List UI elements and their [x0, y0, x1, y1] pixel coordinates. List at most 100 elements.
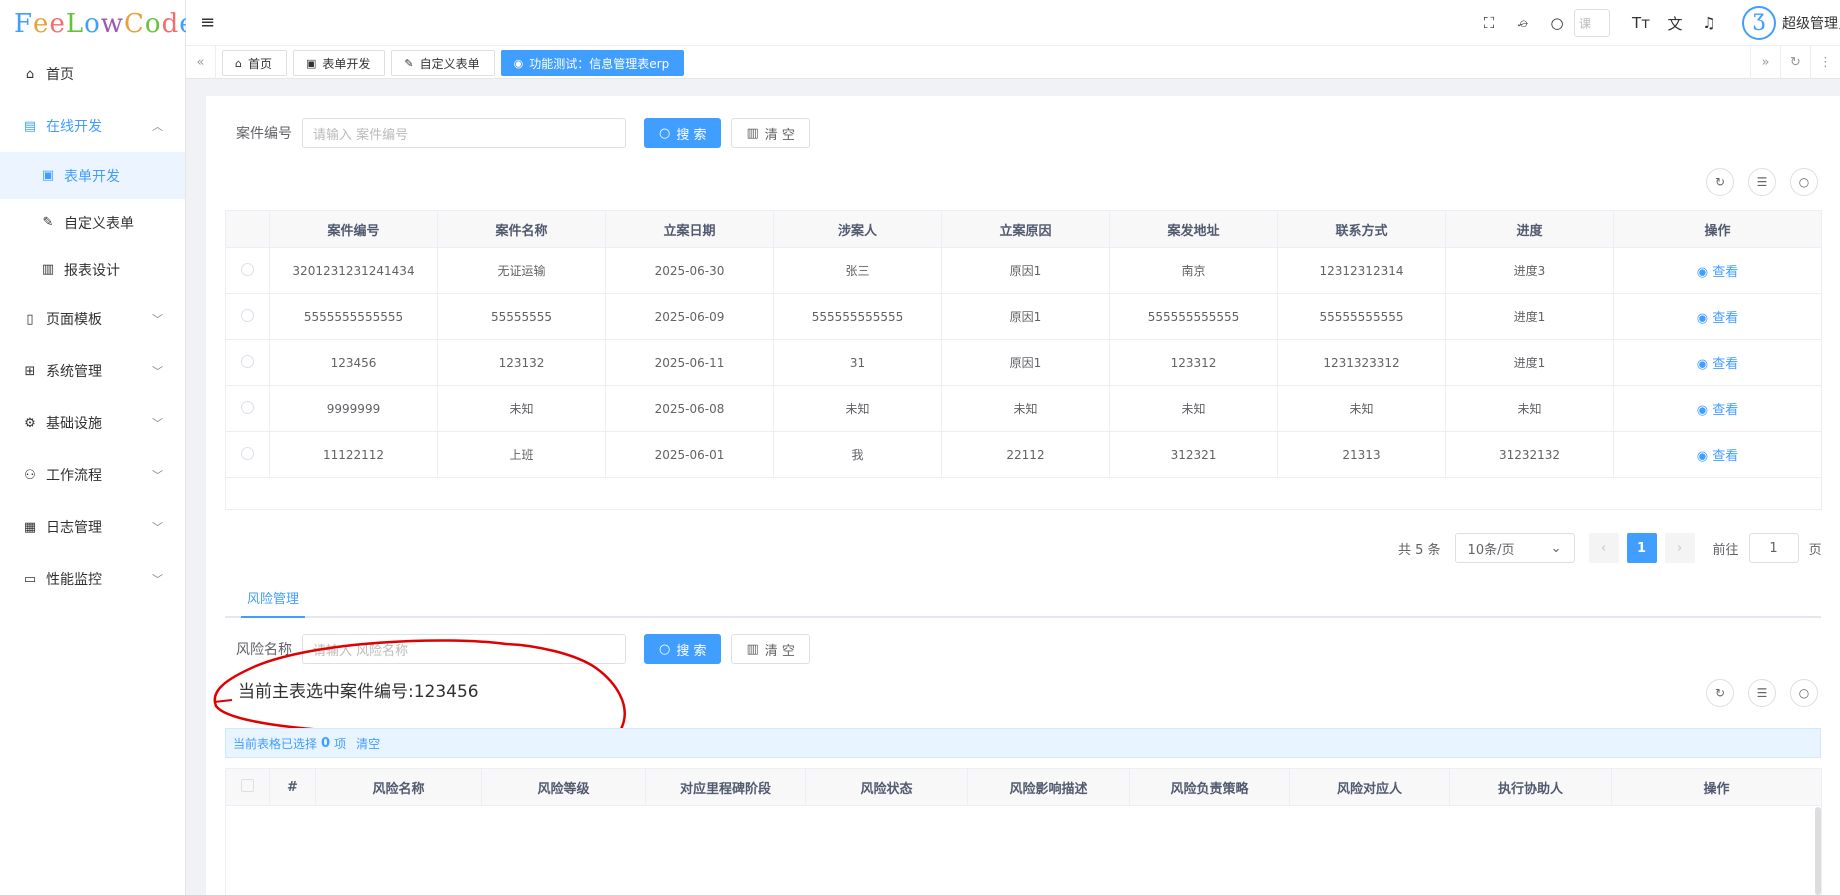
case-no-input[interactable]: 请输入 案件编号	[302, 118, 626, 148]
view-link-label: 查看	[1712, 311, 1739, 326]
trash-icon: ▥	[746, 125, 759, 141]
sidebar-item-1[interactable]: ▤ 在线开发 ︿	[0, 100, 185, 152]
tab-3[interactable]: ◉ 功能测试：信息管理表erp	[500, 50, 685, 76]
edit-form-icon: ✎	[42, 215, 54, 230]
prev-page-button[interactable]: ‹	[1588, 533, 1619, 563]
username[interactable]: 超级管理员	[1782, 13, 1840, 33]
search-icon[interactable]: ○	[1540, 14, 1574, 32]
selection-clear-link[interactable]: 清空	[356, 735, 380, 752]
table-row[interactable]: 5555555555555 55555555 2025-06-09 555555555…	[225, 293, 1822, 340]
select-all-checkbox[interactable]	[241, 778, 254, 792]
goto-label: 前往	[1712, 542, 1739, 558]
home-icon: ⌂	[25, 66, 35, 82]
toggle-search-icon[interactable]: ○	[1790, 679, 1818, 707]
table-cell: 31	[773, 339, 942, 386]
tab-1[interactable]: ▣ 表单开发	[293, 50, 386, 76]
refresh-icon[interactable]: ↻	[1780, 46, 1810, 79]
refresh-icon[interactable]: ↻	[1706, 168, 1734, 196]
view-link[interactable]: ◉ 查看	[1697, 265, 1739, 280]
submenu-item-label: 表单开发	[64, 168, 120, 185]
action-cell: ◉ 查看	[1613, 385, 1822, 432]
table-cell: 123312	[1109, 339, 1278, 386]
submenu-item-0[interactable]: ▣ 表单开发	[0, 152, 185, 199]
column-header: 案发地址	[1109, 210, 1278, 248]
toggle-search-icon[interactable]: ○	[1790, 168, 1818, 196]
risk-table-header: # 风险名称 风险等级 对应里程碑阶段 风险状态 风险影响描述 风险负责策略 风险对应人 执行协…	[225, 768, 1822, 806]
sidebar-item-4[interactable]: ⚙ 基础设施 ﹀	[0, 397, 185, 449]
bell-icon[interactable]: ♫	[1692, 14, 1726, 32]
flow-icon: ⚇	[24, 467, 36, 483]
page-suffix: 页	[1808, 542, 1822, 558]
row-radio[interactable]	[241, 262, 254, 276]
risk-name-input[interactable]: 请输入 风险名称	[302, 634, 626, 664]
sidebar-item-3[interactable]: ⊞ 系统管理 ﹀	[0, 345, 185, 397]
tabs-scroll-left-icon[interactable]: «	[186, 46, 216, 79]
tab-2[interactable]: ✎ 自定义表单	[391, 50, 495, 76]
more-icon[interactable]: ⋮	[1810, 46, 1840, 79]
sub-search-button[interactable]: ○ 搜 索	[644, 634, 722, 664]
fullscreen-icon[interactable]: ⛶	[1472, 14, 1506, 32]
columns-icon[interactable]: ☰	[1748, 168, 1776, 196]
view-link[interactable]: ◉ 查看	[1697, 403, 1739, 418]
translate-icon[interactable]: 文	[1658, 13, 1692, 34]
row-radio[interactable]	[241, 354, 254, 368]
tabs-scroll-right-icon[interactable]: »	[1750, 46, 1780, 79]
sub-clear-button[interactable]: ▥ 清 空	[731, 634, 810, 664]
table-cell: 进度3	[1445, 247, 1614, 294]
refresh-icon[interactable]: ↻	[1706, 679, 1734, 707]
search-button[interactable]: ○ 搜 索	[644, 118, 722, 148]
table-cell: 3201231231241434	[269, 247, 438, 294]
selection-prefix: 当前表格已选择	[233, 736, 318, 751]
font-size-icon[interactable]: Tт	[1624, 14, 1658, 32]
sidebar-item-6[interactable]: ▦ 日志管理 ﹀	[0, 501, 185, 553]
hamburger-icon[interactable]: ≡	[200, 12, 215, 33]
columns-icon[interactable]: ☰	[1748, 679, 1776, 707]
page-number[interactable]: 1	[1626, 533, 1657, 563]
view-link[interactable]: ◉ 查看	[1697, 357, 1739, 372]
table-cell: 上班	[437, 431, 606, 478]
row-radio[interactable]	[241, 400, 254, 414]
column-header: 风险名称	[315, 768, 482, 806]
table-row[interactable]: 9999999 未知 2025-06-08 未知 未知 未知 未知 未知 ◉ 查看	[225, 385, 1822, 432]
header-search-input[interactable]: 课	[1574, 9, 1610, 37]
goto-input[interactable]: 1	[1748, 533, 1799, 563]
table-cell: 未知	[1109, 385, 1278, 432]
table-cell: 21313	[1277, 431, 1446, 478]
page-size-select[interactable]: 10条/页 ⌄	[1454, 533, 1575, 563]
sidebar-item-label: 日志管理	[46, 520, 102, 536]
next-page-button[interactable]: ›	[1664, 533, 1695, 563]
table-row[interactable]: 123456 123132 2025-06-11 31 原因1 123312 1231323…	[225, 339, 1822, 386]
sidebar-item-2[interactable]: ▯ 页面模板 ﹀	[0, 293, 185, 345]
tab-risk-management[interactable]: 风险管理	[241, 588, 306, 618]
eye-icon: ◉	[1696, 311, 1709, 326]
table-row[interactable]: 3201231231241434 无证运输 2025-06-30 张三 原因1 南京 123…	[225, 247, 1822, 294]
submenu-item-1[interactable]: ✎ 自定义表单	[0, 199, 185, 246]
tab-0[interactable]: ⌂ 首页	[222, 50, 287, 76]
table-row[interactable]: 11122112 上班 2025-06-01 我 22112 312321 21313 312…	[225, 431, 1822, 478]
table-cell: 123132	[437, 339, 606, 386]
avatar[interactable]: Ʒ	[1742, 6, 1776, 40]
submenu-item-2[interactable]: ▥ 报表设计	[0, 246, 185, 293]
clear-button[interactable]: ▥ 清 空	[731, 118, 810, 148]
tabs-bar: « ⌂ 首页 ▣ 表单开发 ✎ 自定义表单 ◉ 功能测试：信息管理表erp » ↻ ⋮	[186, 46, 1840, 79]
clean-icon[interactable]: ⌮	[1506, 14, 1540, 32]
view-link[interactable]: ◉ 查看	[1697, 449, 1739, 464]
action-cell: ◉ 查看	[1613, 431, 1822, 478]
sidebar-menu: ⌂ 首页 ▤ 在线开发 ︿ ▣ 表单开发 ✎ 自定义表单 ▥ 报表设计 ▯ 页面模板 ﹀ ⊞ 系统管理 ﹀ ⚙ 基础…	[0, 48, 185, 605]
risk-table-scrollbar[interactable]	[1815, 807, 1821, 895]
sidebar-item-7[interactable]: ▭ 性能监控 ﹀	[0, 553, 185, 605]
tab-icon: ⌂	[235, 56, 242, 70]
view-link[interactable]: ◉ 查看	[1697, 311, 1739, 326]
sidebar-item-5[interactable]: ⚇ 工作流程 ﹀	[0, 449, 185, 501]
sub-table-tools: ↻ ☰ ○	[1692, 679, 1818, 707]
table-cell: 1231323312	[1277, 339, 1446, 386]
row-radio[interactable]	[241, 446, 254, 460]
eye-icon: ◉	[1696, 449, 1709, 464]
row-radio-cell	[225, 339, 270, 386]
chevron-down-icon: ﹀	[152, 417, 163, 430]
row-radio[interactable]	[241, 308, 254, 322]
column-header: 操作	[1613, 210, 1822, 248]
code-icon: ▤	[23, 118, 37, 134]
sidebar-item-0[interactable]: ⌂ 首页	[0, 48, 185, 100]
table-cell: 31232132	[1445, 431, 1614, 478]
